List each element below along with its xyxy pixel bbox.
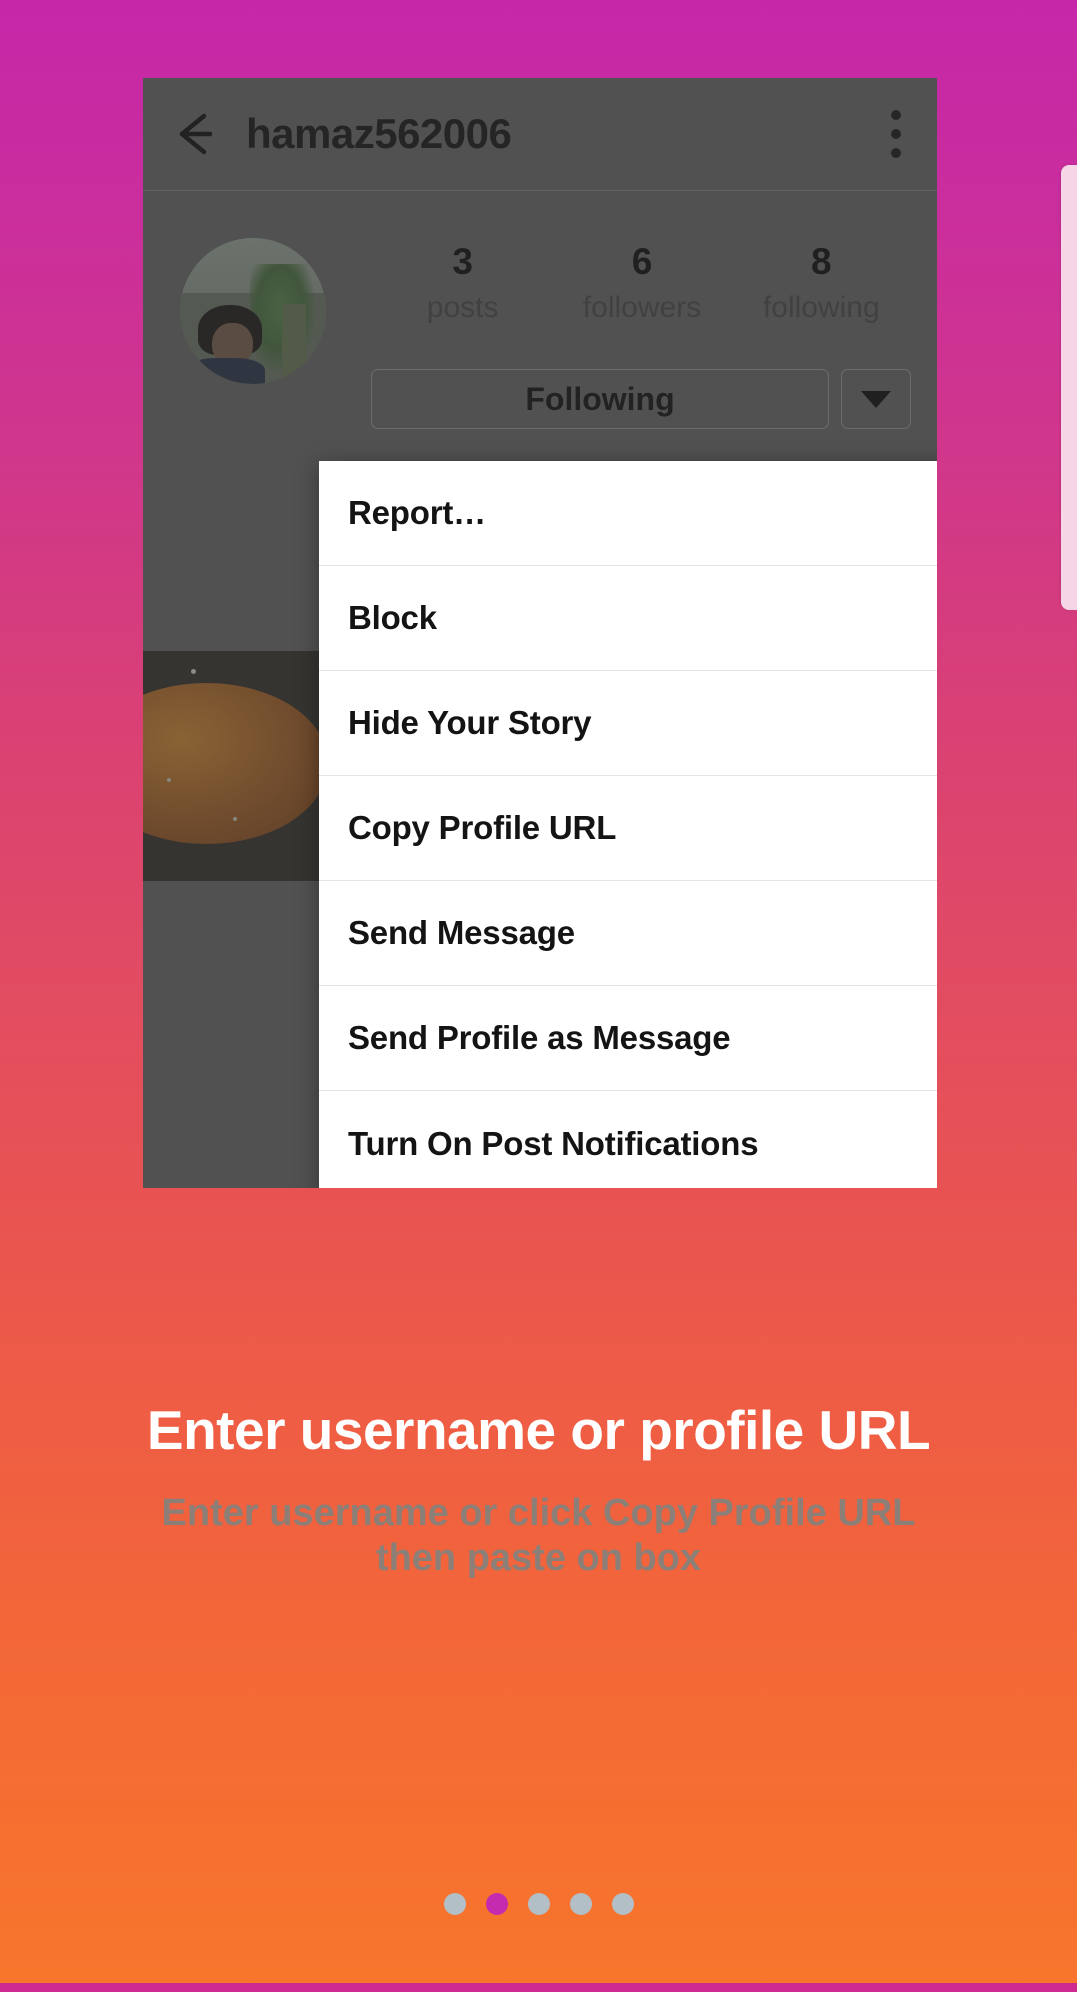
promo-block: Enter username or profile URL Enter user…	[0, 1400, 1077, 1582]
menu-item-copy-profile-url[interactable]: Copy Profile URL	[319, 776, 937, 881]
bottom-accent-strip	[0, 1983, 1077, 1992]
page-dot-2[interactable]	[485, 1893, 508, 1915]
page-dot-1[interactable]	[443, 1893, 466, 1915]
menu-item-send-profile-as-message[interactable]: Send Profile as Message	[319, 986, 937, 1091]
page-scrollbar[interactable]	[1061, 0, 1077, 1992]
menu-item-send-message[interactable]: Send Message	[319, 881, 937, 986]
page-dot-5[interactable]	[611, 1893, 634, 1915]
menu-item-block[interactable]: Block	[319, 566, 937, 671]
page-dot-4[interactable]	[569, 1893, 592, 1915]
profile-options-menu: Report… Block Hide Your Story Copy Profi…	[319, 461, 937, 1188]
promo-subtitle: Enter username or click Copy Profile URL…	[161, 1491, 916, 1580]
page-dot-3[interactable]	[527, 1893, 550, 1915]
page-indicator	[0, 1893, 1077, 1915]
menu-item-hide-story[interactable]: Hide Your Story	[319, 671, 937, 776]
promo-title: Enter username or profile URL	[146, 1399, 931, 1461]
menu-item-report[interactable]: Report…	[319, 461, 937, 566]
phone-screenshot: hamaz562006 3 posts 6 followers 8 follow…	[143, 78, 937, 1188]
scrollbar-thumb[interactable]	[1061, 165, 1077, 610]
menu-item-post-notifications[interactable]: Turn On Post Notifications	[319, 1091, 937, 1188]
